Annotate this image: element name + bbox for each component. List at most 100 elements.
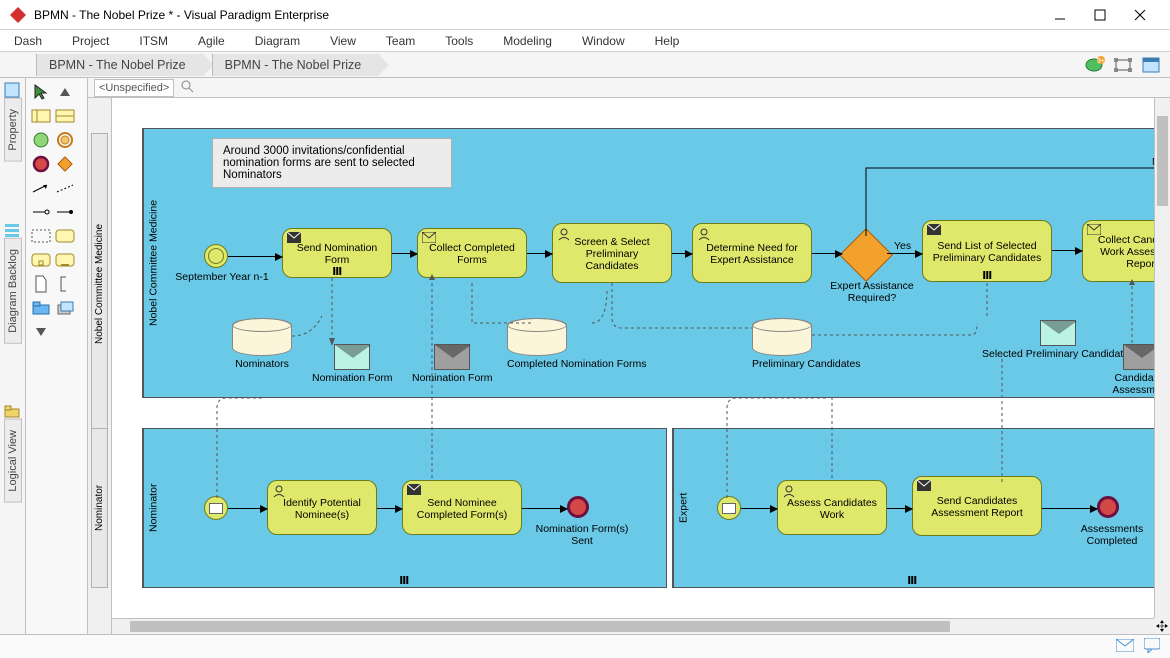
data-association[interactable] (472, 283, 612, 343)
start-event-tool[interactable] (30, 130, 52, 150)
end-event-nominator[interactable] (567, 496, 589, 518)
minimize-button[interactable] (1040, 3, 1080, 27)
connector2-tool[interactable] (54, 202, 76, 222)
chat-icon[interactable] (1144, 638, 1160, 656)
layout-icon[interactable] (1140, 54, 1162, 76)
association-tool[interactable] (54, 178, 76, 198)
lane-title-expert: Expert (673, 429, 693, 587)
task-label: Send Nominee Completed Form(s) (409, 497, 515, 521)
side-tab-strip: Property Diagram Backlog Logical View (0, 78, 26, 634)
breadcrumb-item[interactable]: BPMN - The Nobel Prize (36, 54, 204, 76)
task-label: Screen & Select Preliminary Candidates (559, 236, 665, 272)
menu-itsm[interactable]: ITSM (139, 34, 168, 48)
annotation-tool[interactable] (54, 274, 76, 294)
message-flow[interactable] (427, 278, 477, 498)
sequence-flow-no[interactable] (866, 168, 1170, 258)
gateway-tool[interactable] (54, 154, 76, 174)
pool-header-2[interactable]: Nominator (91, 428, 108, 588)
task-tool[interactable] (54, 226, 76, 246)
task-collect-forms[interactable]: Collect Completed Forms (417, 228, 527, 278)
menu-agile[interactable]: Agile (198, 34, 225, 48)
user-icon (557, 227, 571, 244)
task-send-assessment-report[interactable]: Send Candidates Assessment Report (912, 476, 1042, 536)
app-icon (10, 7, 26, 23)
task-label: Collect Completed Forms (424, 242, 520, 266)
data-object-tool[interactable] (30, 274, 52, 294)
menu-modeling[interactable]: Modeling (503, 34, 552, 48)
menu-diagram[interactable]: Diagram (255, 34, 300, 48)
end-event-tool[interactable] (30, 154, 52, 174)
pool-tool[interactable] (30, 106, 52, 126)
layers-tool[interactable] (54, 298, 76, 318)
diagram-canvas[interactable]: Nobel Committee Medicine Nominator Exper… (112, 98, 1170, 634)
menubar: Dash Project ITSM Agile Diagram View Tea… (0, 30, 1170, 52)
dashed-rect-tool[interactable] (30, 226, 52, 246)
menu-help[interactable]: Help (655, 34, 680, 48)
menu-window[interactable]: Window (582, 34, 625, 48)
sequence-flow[interactable] (812, 253, 842, 254)
sequence-flow[interactable] (672, 253, 692, 254)
folder-tool[interactable] (30, 298, 52, 318)
sequence-flow[interactable] (527, 253, 552, 254)
message-flow[interactable] (982, 283, 1022, 503)
task-determine-need[interactable]: Determine Need for Expert Assistance (692, 223, 812, 283)
start-event-timer[interactable] (204, 244, 228, 268)
horizontal-scrollbar[interactable] (112, 618, 1154, 634)
menu-tools[interactable]: Tools (445, 34, 473, 48)
send-icon (917, 480, 931, 494)
tab-diagram-backlog[interactable]: Diagram Backlog (4, 238, 22, 344)
sequence-flow[interactable] (228, 508, 267, 509)
sequence-flow[interactable] (741, 508, 777, 509)
sequence-flow[interactable] (1042, 508, 1097, 509)
lane-tool[interactable] (54, 106, 76, 126)
end-event-expert[interactable] (1097, 496, 1119, 518)
tab-property[interactable]: Property (4, 98, 22, 162)
shape-palette (26, 78, 88, 634)
menu-view[interactable]: View (330, 34, 356, 48)
multi-instance-marker (333, 267, 341, 275)
datastore-label: Completed Nomination Forms (507, 358, 646, 370)
end-event-expert-label: Assessments Completed (1062, 523, 1162, 547)
pan-handle[interactable] (1154, 618, 1170, 634)
sequence-flow[interactable] (887, 508, 912, 509)
maximize-button[interactable] (1080, 3, 1120, 27)
search-icon[interactable] (180, 79, 194, 96)
pool-header[interactable]: Nobel Committee Medicine (91, 133, 108, 434)
task-label: Determine Need for Expert Assistance (699, 242, 805, 266)
vertical-scrollbar[interactable] (1154, 98, 1170, 618)
task-screen-select[interactable]: Screen & Select Preliminary Candidates (552, 223, 672, 283)
tab-logical-view[interactable]: Logical View (4, 419, 22, 503)
connector-tool[interactable] (30, 202, 52, 222)
sequence-flow[interactable] (392, 253, 417, 254)
task-send-nomination[interactable]: Send Nomination Form (282, 228, 392, 278)
data-association[interactable] (262, 316, 332, 366)
close-button[interactable] (1120, 3, 1160, 27)
data-association[interactable] (612, 283, 812, 343)
comments-icon[interactable]: 9+ (1084, 54, 1106, 76)
menu-dash[interactable]: Dash (14, 34, 42, 48)
sequence-flow-tool[interactable] (30, 178, 52, 198)
message-flow[interactable] (827, 398, 867, 508)
frame-icon[interactable] (1112, 54, 1134, 76)
call-activity-tool[interactable] (54, 250, 76, 270)
menu-project[interactable]: Project (72, 34, 109, 48)
sequence-flow[interactable] (228, 256, 282, 257)
breadcrumb-item[interactable]: BPMN - The Nobel Prize (212, 54, 380, 76)
sequence-flow[interactable] (522, 508, 567, 509)
breadcrumb-row: BPMN - The Nobel Prize BPMN - The Nobel … (0, 52, 1170, 78)
mail-icon[interactable] (1116, 639, 1134, 655)
package-selector[interactable]: <Unspecified> (94, 79, 174, 97)
text-annotation[interactable]: Around 3000 invitations/confidential nom… (212, 138, 452, 188)
subprocess-tool[interactable] (30, 250, 52, 270)
sequence-flow[interactable] (377, 508, 402, 509)
lane-title-nominator: Nominator (143, 429, 163, 587)
triangle-up-icon[interactable] (54, 82, 76, 102)
message-flow[interactable] (212, 278, 342, 508)
lane-multi-marker (908, 576, 916, 584)
lane-multi-marker (400, 576, 408, 584)
menu-team[interactable]: Team (386, 34, 415, 48)
intermediate-event-tool[interactable] (54, 130, 76, 150)
triangle-down-icon[interactable] (30, 322, 52, 342)
cursor-tool[interactable] (30, 82, 52, 102)
datastore-label: Preliminary Candidates (752, 358, 861, 370)
